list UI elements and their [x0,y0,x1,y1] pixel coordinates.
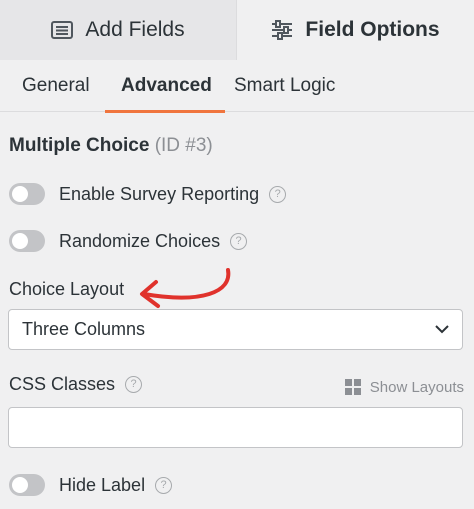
hide-label-label: Hide Label [59,474,146,495]
hide-label-toggle[interactable] [9,474,45,496]
field-id-label: (ID #3) [154,135,213,156]
randomize-choices-row: Randomize Choices ? [9,228,248,254]
randomize-choices-toggle[interactable] [9,230,45,252]
help-icon[interactable]: ? [230,232,248,250]
tab-general[interactable]: General [22,60,90,112]
show-layouts-link[interactable]: Show Layouts [344,374,464,400]
css-classes-row: CSS Classes ? Show Layouts [9,374,464,400]
sub-tab-bar: General Advanced Smart Logic [0,60,474,113]
grid-icon [344,379,361,395]
tab-advanced[interactable]: Advanced [105,60,225,113]
choice-layout-value: Three Columns [22,319,146,339]
css-classes-label: CSS Classes [9,374,116,394]
help-icon[interactable]: ? [155,476,173,494]
survey-reporting-row: Enable Survey Reporting ? [9,181,287,207]
hide-label-row: Hide Label ? [9,472,173,498]
tab-smart-logic[interactable]: Smart Logic [234,60,335,112]
sliders-icon [272,20,293,40]
help-icon[interactable]: ? [125,376,143,393]
help-icon[interactable]: ? [269,185,287,203]
choice-layout-label: Choice Layout [9,279,125,299]
show-layouts-label: Show Layouts [369,378,464,396]
randomize-choices-label: Randomize Choices [59,230,221,251]
css-classes-label-group: CSS Classes ? [9,374,143,395]
list-icon [51,21,74,39]
choice-layout-select[interactable]: Three Columns [8,309,463,350]
tab-field-options[interactable]: Field Options [237,0,474,60]
tab-field-options-label: Field Options [305,18,440,41]
css-classes-input[interactable] [8,407,463,448]
survey-reporting-label: Enable Survey Reporting [59,183,260,204]
survey-reporting-toggle[interactable] [9,183,45,205]
tab-add-fields[interactable]: Add Fields [0,0,237,60]
tab-add-fields-label: Add Fields [85,18,185,41]
field-type-label: Multiple Choice [9,135,150,156]
top-tab-bar: Add Fields Field Options [0,0,474,60]
chevron-down-icon [435,325,449,334]
field-section-title: Multiple Choice (ID #3) [9,135,213,157]
